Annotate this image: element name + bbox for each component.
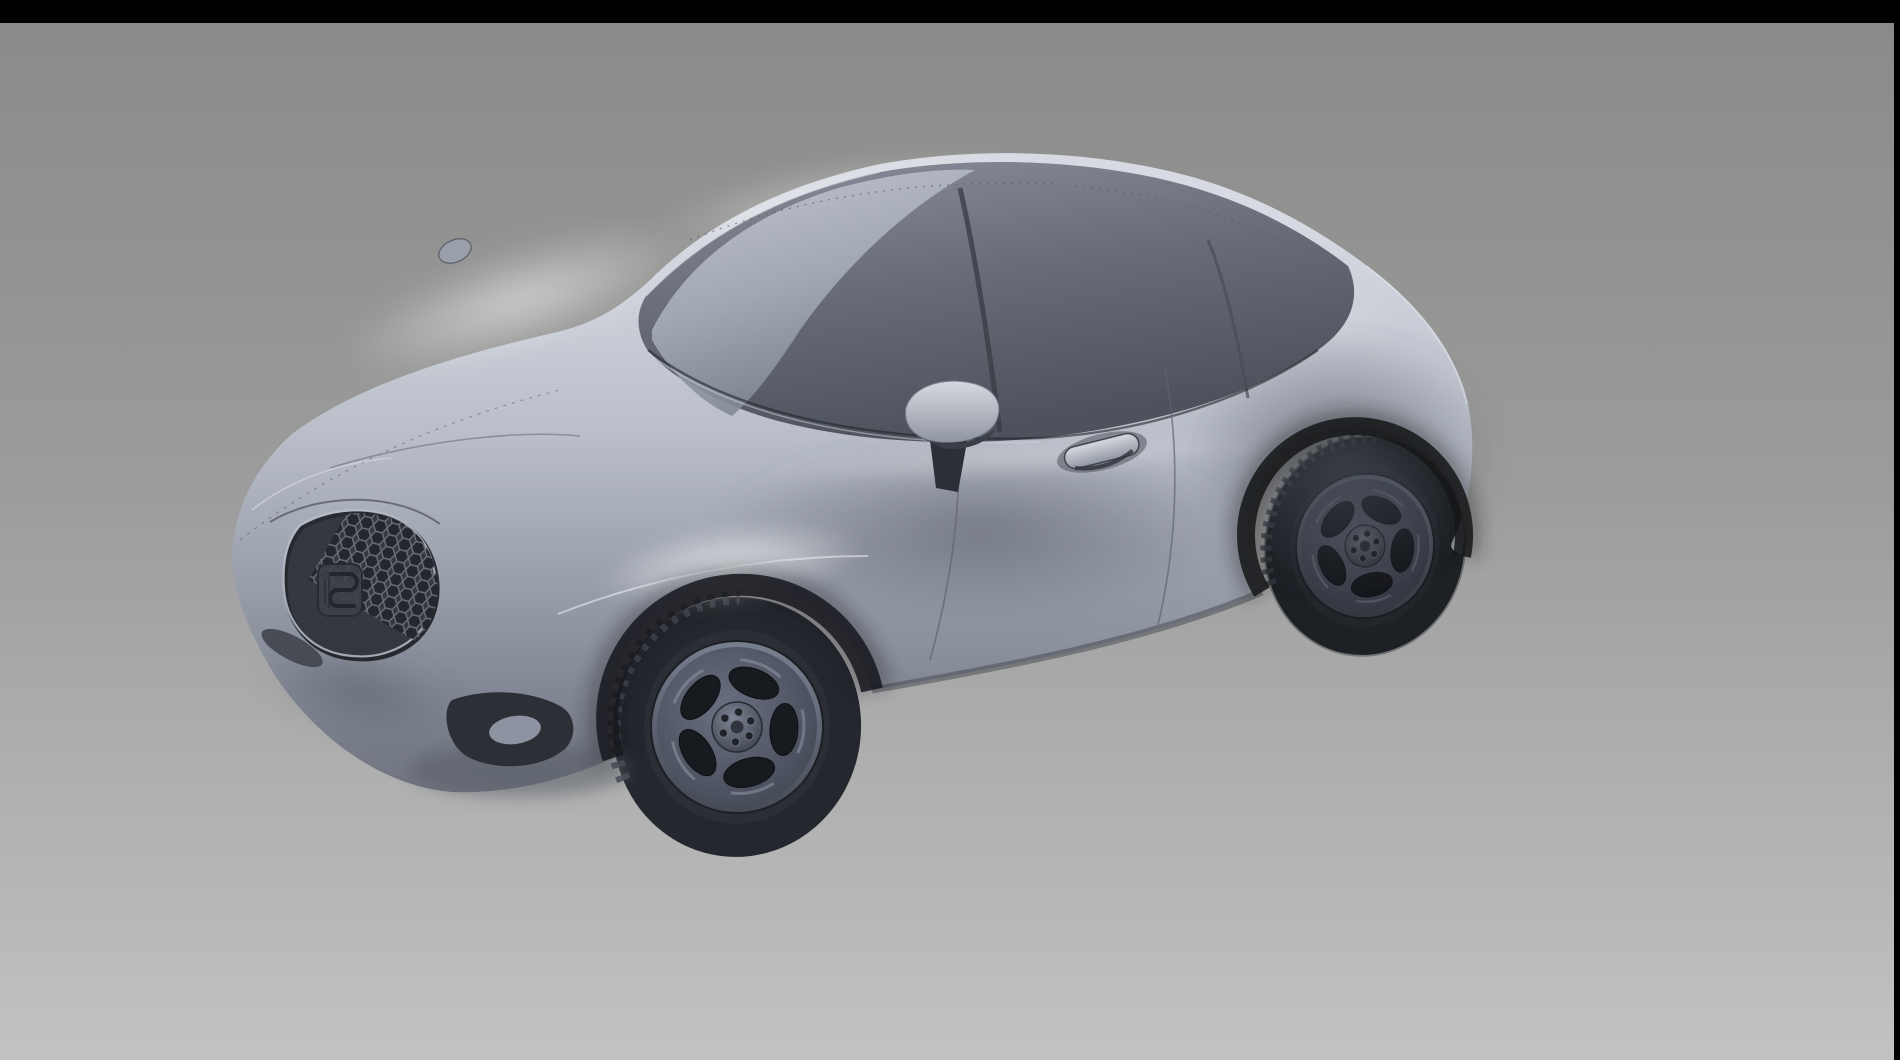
letterbox-top-bar <box>0 0 1900 23</box>
3d-viewport[interactable] <box>0 23 1894 1060</box>
far-side-mirror <box>435 234 475 268</box>
render-stage <box>0 0 1900 1060</box>
car-render <box>0 0 1900 1060</box>
seat-s-badge-icon <box>318 564 362 616</box>
letterbox-right-strip <box>1894 0 1900 1060</box>
